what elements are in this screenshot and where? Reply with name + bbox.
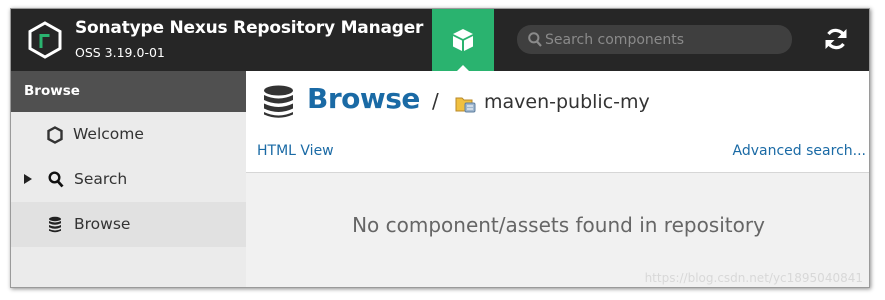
header-bar: Sonatype Nexus Repository Manager OSS 3.… (11, 9, 869, 72)
hexagon-icon (47, 126, 63, 144)
sidebar-item-label: Welcome (73, 125, 144, 143)
search-box[interactable] (517, 25, 792, 54)
search-icon (48, 171, 64, 188)
expand-toggle-icon[interactable] (24, 174, 32, 184)
refresh-icon[interactable] (823, 26, 849, 52)
sidebar-item-search[interactable]: Search (11, 157, 246, 202)
browse-mode-button[interactable] (432, 9, 494, 72)
sidebar-item-label: Browse (74, 215, 131, 233)
main-panel: Browse / maven-public-my HTML View Advan… (246, 71, 869, 287)
cube-icon (453, 29, 473, 51)
database-icon (264, 85, 293, 118)
html-view-link[interactable]: HTML View (257, 143, 334, 159)
breadcrumb-separator: / (432, 89, 439, 113)
search-icon (528, 32, 542, 47)
nexus-logo-icon[interactable] (26, 21, 64, 59)
sidebar: Browse Welcome Search Browse (11, 71, 246, 287)
app-title: Sonatype Nexus Repository Manager (75, 18, 424, 38)
app-version: OSS 3.19.0-01 (75, 45, 165, 60)
repository-name: maven-public-my (484, 91, 650, 113)
empty-state-message: No component/assets found in repository (352, 213, 765, 237)
sidebar-item-browse[interactable]: Browse (11, 202, 246, 247)
app-window: Sonatype Nexus Repository Manager OSS 3.… (10, 8, 870, 288)
watermark: https://blog.csdn.net/yc1895040841 (644, 271, 863, 285)
database-icon (49, 216, 61, 233)
sidebar-header: Browse (11, 71, 246, 112)
search-input[interactable] (545, 28, 780, 51)
sidebar-item-welcome[interactable]: Welcome (11, 112, 246, 157)
page-title[interactable]: Browse (307, 82, 420, 115)
sidebar-item-label: Search (74, 170, 128, 188)
breadcrumb: Browse / maven-public-my (246, 71, 869, 133)
advanced-search-link[interactable]: Advanced search... (733, 143, 866, 159)
toolbar-links: HTML View Advanced search... (246, 143, 869, 165)
repository-folder-icon (455, 97, 476, 113)
